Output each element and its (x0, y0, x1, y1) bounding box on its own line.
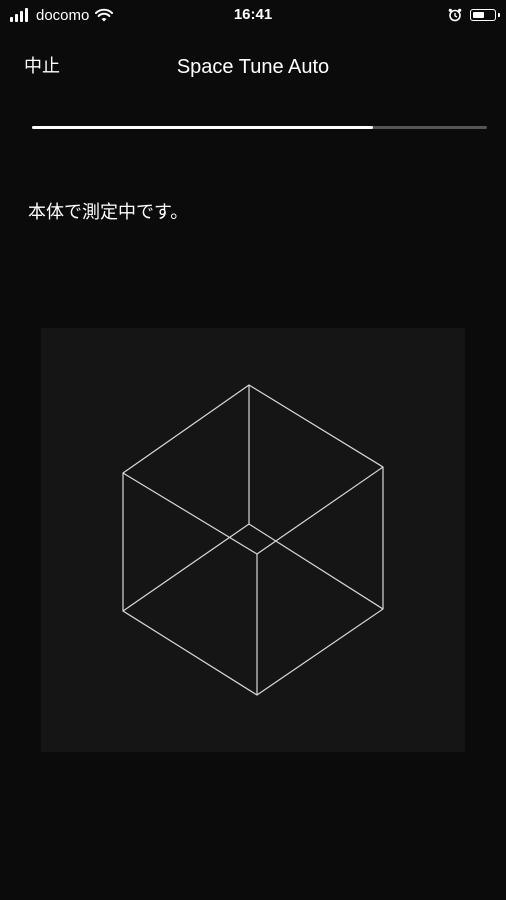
progress-fill (32, 126, 374, 129)
cube-wireframe-icon (122, 384, 384, 696)
status-bar: docomo 16:41 (0, 0, 506, 30)
nav-bar: 中止 Space Tune Auto (0, 45, 506, 89)
battery-cap (498, 13, 500, 17)
status-right (448, 5, 500, 25)
battery-fill (472, 11, 484, 18)
illustration-panel (41, 328, 465, 752)
status-time: 16:41 (233, 6, 273, 23)
screen: docomo 16:41 中止 Space Tune Auto 本体で測定中です… (0, 0, 506, 900)
status-message: 本体で測定中です。 (28, 202, 189, 223)
progress-bar (32, 126, 487, 129)
alarm-icon (448, 8, 462, 22)
page-title: Space Tune Auto (176, 56, 330, 78)
battery-icon (470, 9, 500, 21)
